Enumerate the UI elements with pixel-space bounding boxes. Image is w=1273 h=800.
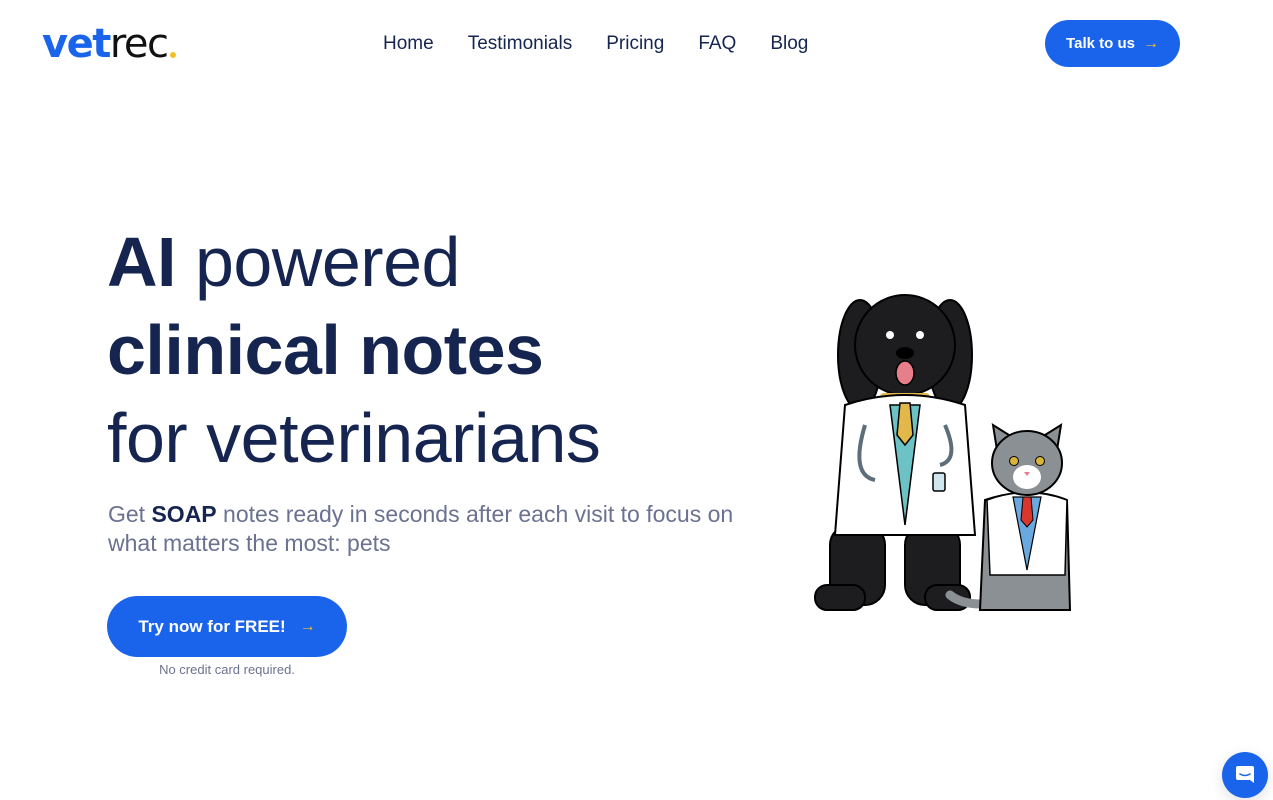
hero-title-line-2: clinical notes [107,306,600,394]
nav-link-home[interactable]: Home [383,31,434,57]
hero-subtitle: Get SOAP notes ready in seconds after ea… [108,500,768,558]
hero-title-powered: powered [176,223,461,301]
vetrec-logo[interactable]: vet rec [42,22,176,66]
hero-title-ai: AI [107,223,177,301]
chat-launcher-button[interactable] [1222,752,1268,798]
navbar: vet rec Home Testimonials Pricing FAQ Blo… [0,0,1273,88]
logo-dot-icon [169,52,176,58]
try-free-label: Try now for FREE! [138,616,286,636]
arrow-right-icon: → [1142,34,1159,52]
arrow-right-icon: → [299,617,316,635]
nav-link-blog[interactable]: Blog [770,31,808,57]
no-credit-card-note: No credit card required. [159,662,295,677]
talk-to-us-button[interactable]: Talk to us → [1045,20,1180,67]
subtitle-pre: Get [108,501,152,527]
logo-rec: rec [109,21,169,67]
vet-pets-svg [814,294,1072,611]
chat-bubble-icon [1236,766,1254,783]
nav-link-pricing[interactable]: Pricing [606,31,664,57]
try-free-button[interactable]: Try now for FREE! → [107,596,347,657]
nav-link-faq[interactable]: FAQ [698,31,736,57]
hero-title-line-1: AI powered [107,218,600,306]
subtitle-soap: SOAP [151,501,217,527]
nav-link-testimonials[interactable]: Testimonials [468,31,573,57]
hero-title: AI powered clinical notes for veterinari… [107,218,601,482]
talk-to-us-label: Talk to us [1066,35,1135,52]
hero-title-line-3: for veterinarians [107,399,601,477]
dog-and-cat-illustration [805,285,1085,620]
main-nav: Home Testimonials Pricing FAQ Blog [383,31,808,57]
hero-title-clinical-notes: clinical notes [107,311,544,389]
logo-vet: vet [42,21,111,67]
